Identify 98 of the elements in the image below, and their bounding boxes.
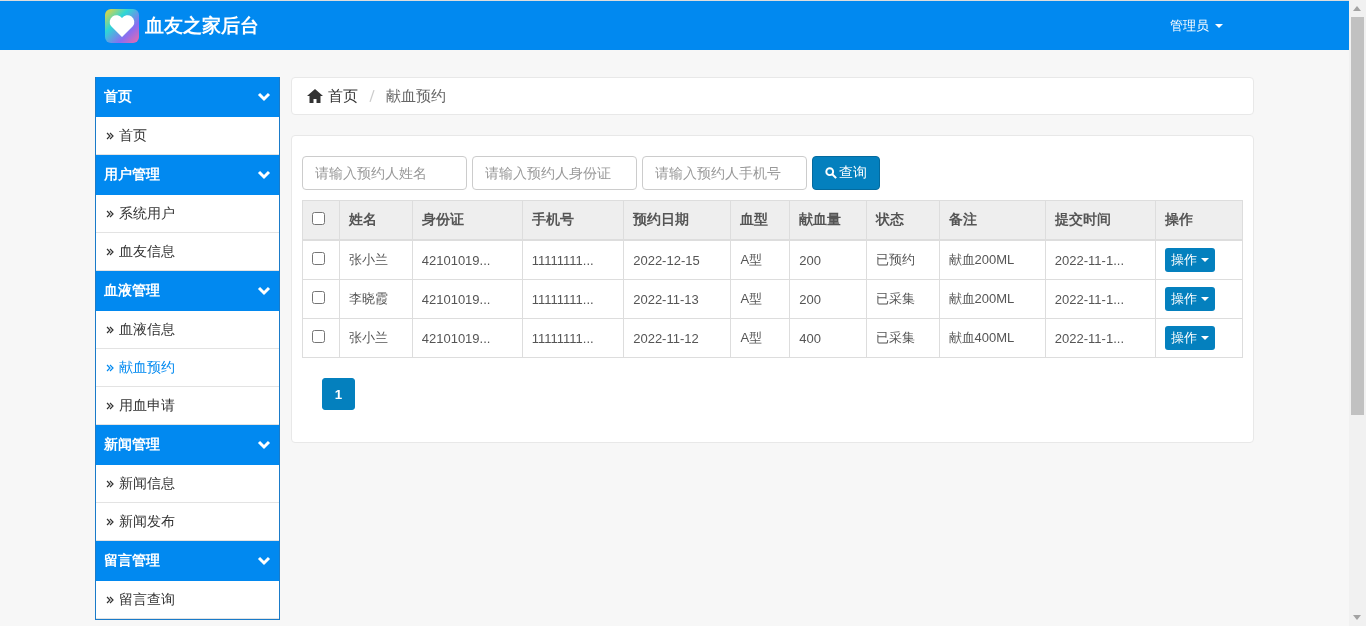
sidebar-group-header[interactable]: 血液管理 [96, 271, 279, 311]
row-checkbox[interactable] [312, 291, 325, 304]
caret-icon [1215, 23, 1223, 28]
sidebar-item[interactable]: 血液信息 [96, 311, 279, 349]
heart-logo-icon [105, 8, 139, 43]
double-chevron-icon [106, 363, 114, 372]
table-cell: 已预约 [866, 240, 940, 280]
table-cell: 200 [789, 279, 867, 319]
table-cell: 献血200ML [939, 279, 1046, 319]
scroll-up-icon [1353, 6, 1361, 11]
table-cell: 2022-11-13 [623, 279, 731, 319]
app-title: 血友之家后台 [145, 13, 259, 38]
double-chevron-icon [106, 595, 114, 604]
action-dropdown-button[interactable]: 操作 [1165, 287, 1216, 311]
page-button[interactable]: 1 [322, 378, 355, 410]
row-checkbox[interactable] [312, 330, 325, 343]
sidebar-item-label: 血友信息 [119, 242, 175, 261]
group-title: 留言管理 [104, 552, 160, 570]
table-cell: 张小兰 [339, 318, 413, 358]
breadcrumb-current: 献血预约 [386, 86, 446, 106]
home-icon [307, 89, 323, 103]
double-chevron-icon [106, 479, 114, 488]
caret-icon [1201, 297, 1210, 301]
double-chevron-icon [106, 131, 114, 140]
group-title: 血液管理 [104, 282, 160, 300]
table-cell: 献血200ML [939, 240, 1046, 280]
group-title: 新闻管理 [104, 436, 160, 454]
table-cell: 2022-11-1... [1045, 279, 1156, 319]
table-cell: 献血400ML [939, 318, 1046, 358]
table-cell: 11111111... [522, 318, 624, 358]
sidebar-item[interactable]: 留言查询 [96, 581, 279, 619]
search-button[interactable]: 查询 [812, 156, 880, 190]
scrollbar-thumb[interactable] [1351, 17, 1364, 415]
sidebar-item-label: 献血预约 [119, 358, 175, 377]
double-chevron-icon [106, 325, 114, 334]
scroll-down-icon [1353, 615, 1361, 620]
search-field[interactable]: 请输入预约人姓名 [302, 156, 467, 190]
table-cell: 李晓霞 [339, 279, 413, 319]
sidebar-item-label: 新闻发布 [119, 512, 175, 531]
group-title: 用户管理 [104, 166, 160, 184]
user-menu[interactable]: 管理员 [1170, 16, 1223, 35]
table-cell: 42101019... [412, 318, 523, 358]
column-header: 状态 [866, 200, 940, 240]
search-field[interactable]: 请输入预约人身份证 [472, 156, 637, 190]
table-cell: 42101019... [412, 240, 523, 280]
group-title: 首页 [104, 88, 132, 106]
caret-icon [1201, 336, 1210, 340]
column-header: 姓名 [339, 200, 413, 240]
table-cell: A型 [730, 318, 790, 358]
action-dropdown-button[interactable]: 操作 [1165, 248, 1216, 272]
sidebar-group-header[interactable]: 用户管理 [96, 155, 279, 195]
column-header: 提交时间 [1045, 200, 1156, 240]
sidebar-item[interactable]: 系统用户 [96, 195, 279, 233]
table-cell: 2022-11-1... [1045, 318, 1156, 358]
table-cell: 张小兰 [339, 240, 413, 280]
sidebar-group-header[interactable]: 留言管理 [96, 541, 279, 581]
action-dropdown-button[interactable]: 操作 [1165, 326, 1216, 350]
sidebar-item-label: 新闻信息 [119, 474, 175, 493]
double-chevron-icon [106, 401, 114, 410]
column-header: 身份证 [412, 200, 523, 240]
sidebar-group-header[interactable]: 新闻管理 [96, 425, 279, 465]
column-header: 操作 [1155, 200, 1243, 240]
sidebar-item-label: 用血申请 [119, 396, 175, 415]
sidebar-group-header[interactable]: 首页 [96, 77, 279, 117]
caret-icon [1201, 258, 1210, 262]
table-cell: 已采集 [866, 279, 940, 319]
column-header: 备注 [939, 200, 1046, 240]
column-header: 预约日期 [623, 200, 731, 240]
table-cell: 已采集 [866, 318, 940, 358]
table-cell: 200 [789, 240, 867, 280]
sidebar-item-label: 血液信息 [119, 320, 175, 339]
double-chevron-icon [106, 517, 114, 526]
column-header: 血型 [730, 200, 790, 240]
table-cell: A型 [730, 279, 790, 319]
table-cell: 11111111... [522, 279, 624, 319]
select-all-checkbox[interactable] [312, 212, 325, 225]
double-chevron-icon [106, 209, 114, 218]
slash-separator-icon [369, 90, 375, 102]
column-header: 手机号 [522, 200, 624, 240]
sidebar-item[interactable]: 新闻信息 [96, 465, 279, 503]
table-cell: 400 [789, 318, 867, 358]
row-checkbox[interactable] [312, 252, 325, 265]
table-cell: 2022-11-12 [623, 318, 731, 358]
table-cell: 2022-12-15 [623, 240, 731, 280]
table-cell: A型 [730, 240, 790, 280]
search-field[interactable]: 请输入预约人手机号 [642, 156, 807, 190]
sidebar-item-label: 留言查询 [119, 590, 175, 609]
sidebar-item[interactable]: 献血预约 [96, 349, 279, 387]
table-cell: 2022-11-1... [1045, 240, 1156, 280]
search-icon [825, 167, 837, 179]
table-cell: 42101019... [412, 279, 523, 319]
vertical-scrollbar[interactable] [1349, 0, 1366, 626]
column-header: 献血量 [789, 200, 867, 240]
sidebar-item-label: 系统用户 [119, 204, 175, 223]
sidebar-item-label: 首页 [119, 126, 147, 145]
table-cell: 11111111... [522, 240, 624, 280]
double-chevron-icon [106, 247, 114, 256]
breadcrumb-link[interactable]: 首页 [328, 86, 358, 106]
